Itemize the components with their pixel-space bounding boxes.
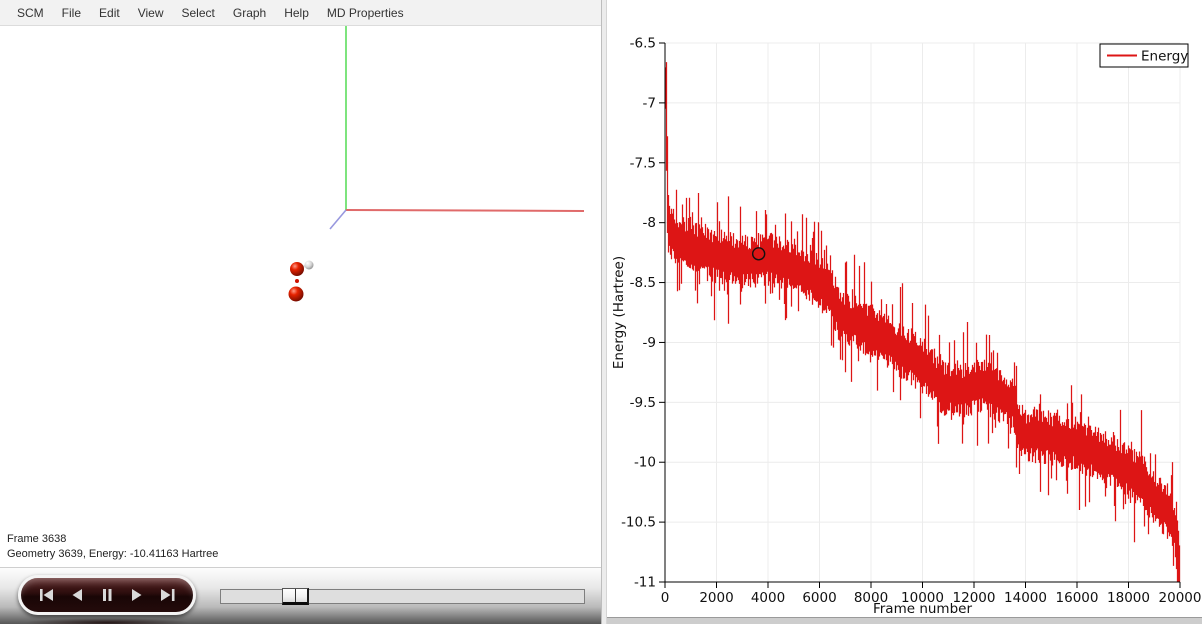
z-axis-line <box>330 210 346 229</box>
pill-reflection <box>24 618 190 624</box>
y-tick-label: -11 <box>634 575 656 591</box>
skip-to-end-button[interactable] <box>156 585 180 605</box>
play-button[interactable] <box>125 585 149 605</box>
x-tick-label: 6000 <box>802 590 836 606</box>
step-back-button[interactable] <box>65 585 89 605</box>
menu-item-file[interactable]: File <box>53 2 90 24</box>
frame-status: Frame 3638 Geometry 3639, Energy: -10.41… <box>7 532 218 562</box>
x-tick-label: 14000 <box>1004 590 1047 606</box>
skip-to-start-icon <box>36 585 56 605</box>
y-tick-label: -8.5 <box>630 275 656 291</box>
x-axis-title: Frame number <box>873 601 972 617</box>
energy-plot-panel: -6.5 -7 -7.5 -8 -8.5 -9 -9.5 -10 -10.5 -11 0 2000 40… <box>607 0 1202 617</box>
play-icon <box>127 585 147 605</box>
frame-slider-track[interactable] <box>220 589 585 604</box>
y-tick-label: -7.5 <box>630 155 656 171</box>
oxygen-atom-top[interactable] <box>290 262 304 276</box>
x-tick-label: 20000 <box>1159 590 1202 606</box>
window-bottom-strip <box>607 617 1202 624</box>
y-tick-label: -9 <box>643 335 656 351</box>
frame-label: Frame 3638 <box>7 532 218 547</box>
molecule-viewport[interactable]: Frame 3638 Geometry 3639, Energy: -10.41… <box>0 26 601 567</box>
menu-item-md-properties[interactable]: MD Properties <box>318 2 413 24</box>
x-tick-label: 2000 <box>699 590 733 606</box>
geometry-energy-label: Geometry 3639, Energy: -10.41163 Hartree <box>7 547 218 562</box>
menu-item-graph[interactable]: Graph <box>224 2 275 24</box>
energy-chart[interactable]: -6.5 -7 -7.5 -8 -8.5 -9 -9.5 -10 -10.5 -11 0 2000 40… <box>607 0 1202 617</box>
y-axis-title: Energy (Hartree) <box>611 256 627 369</box>
x-tick-label: 0 <box>661 590 670 606</box>
menu-item-edit[interactable]: Edit <box>90 2 129 24</box>
hydrogen-bond-dot <box>295 279 299 283</box>
skip-to-end-icon <box>158 585 178 605</box>
oxygen-atom-bottom[interactable] <box>289 287 304 302</box>
y-tick-label: -7 <box>643 95 656 111</box>
x-tick-label: 4000 <box>751 590 785 606</box>
player-pill <box>18 575 196 615</box>
playback-controls <box>0 567 601 624</box>
step-back-icon <box>67 585 87 605</box>
legend-label: Energy <box>1141 49 1188 65</box>
menu-item-view[interactable]: View <box>129 2 173 24</box>
y-tick-label: -8 <box>643 215 656 231</box>
y-tick-label: -10.5 <box>621 515 656 531</box>
x-axis-line <box>346 210 584 211</box>
menu-item-scm[interactable]: SCM <box>8 2 53 24</box>
x-tick-label: 16000 <box>1056 590 1099 606</box>
amsmovie-window: SCMFileEditViewSelectGraphHelpMD Propert… <box>0 0 1202 624</box>
menu-item-help[interactable]: Help <box>275 2 318 24</box>
menu-bar: SCMFileEditViewSelectGraphHelpMD Propert… <box>0 0 601 26</box>
skip-to-start-button[interactable] <box>34 585 58 605</box>
molecule-scene <box>0 26 601 567</box>
y-tick-label: -6.5 <box>630 36 656 52</box>
hydrogen-atom[interactable] <box>305 261 314 270</box>
pause-button[interactable] <box>95 585 119 605</box>
y-tick-label: -9.5 <box>630 395 656 411</box>
pause-icon <box>97 585 117 605</box>
y-tick-label: -10 <box>634 455 656 471</box>
frame-slider-thumb[interactable] <box>282 588 309 605</box>
menu-item-select[interactable]: Select <box>173 2 224 24</box>
x-tick-label: 18000 <box>1107 590 1150 606</box>
slider-thumb-divider <box>295 589 296 602</box>
molecule-panel: SCMFileEditViewSelectGraphHelpMD Propert… <box>0 0 601 624</box>
